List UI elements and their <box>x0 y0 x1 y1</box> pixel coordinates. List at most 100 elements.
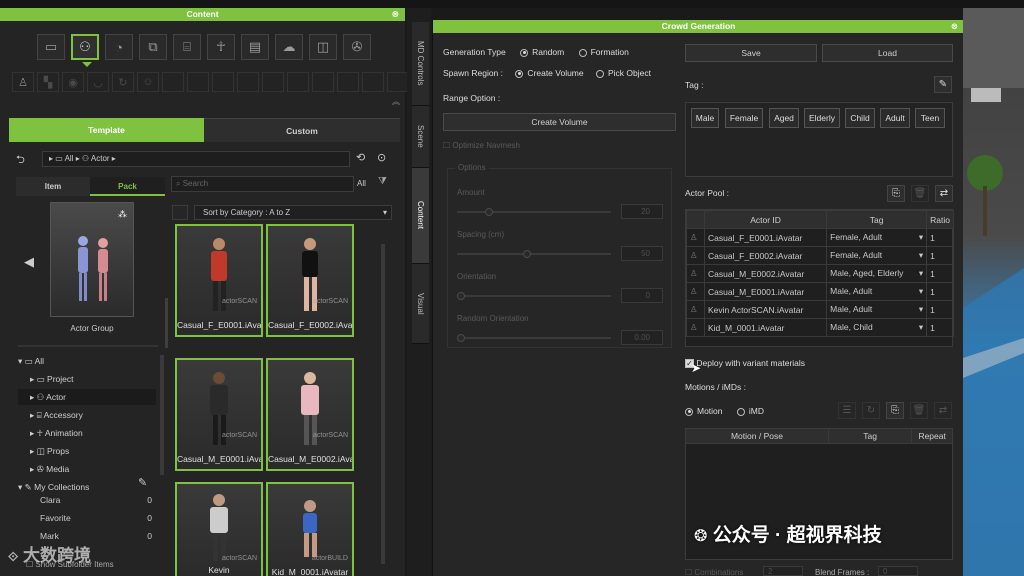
body-icon[interactable]: ▚ <box>37 72 59 92</box>
tree-item-actor[interactable]: ▸ ⚇ Actor <box>18 389 156 405</box>
col-tag[interactable]: Tag <box>826 210 928 229</box>
thumb-kid-m-0001[interactable]: actorBUILD Kid_M_0001.iAvatar <box>266 482 354 576</box>
set-icon[interactable]: ⌸ <box>173 34 201 60</box>
slot-icon[interactable] <box>362 72 384 92</box>
add-motion-icon[interactable]: ⎘ <box>886 402 904 419</box>
table-row[interactable]: ♙ Casual_F_E0001.iAvatar Female, Adult ▾ 1 <box>686 228 954 247</box>
random-orientation-field[interactable]: 0.00 <box>621 330 663 345</box>
tag-aged[interactable]: Aged <box>769 108 799 128</box>
accessory-icon[interactable]: ⧉ <box>139 34 167 60</box>
prev-arrow-icon[interactable]: ◀ <box>24 254 34 270</box>
radio-random[interactable]: Random <box>520 47 564 57</box>
collection-favorite[interactable]: Favorite 0 <box>40 513 152 523</box>
refresh-icon[interactable]: ↻ <box>862 402 880 419</box>
tag-male[interactable]: Male <box>691 108 719 128</box>
tree-item-all[interactable]: ▾ ▭ All <box>18 353 44 369</box>
search-field[interactable]: ⌕ Search <box>171 176 354 192</box>
close-icon[interactable]: ⊗ <box>391 8 399 21</box>
tab-template[interactable]: Template <box>9 118 204 142</box>
tab-content[interactable]: Content <box>412 168 429 264</box>
list-icon[interactable]: ☰ <box>838 402 856 419</box>
deploy-variant-checkbox[interactable]: ✓ Deploy with variant materials <box>685 358 805 369</box>
tree-item-my-collections[interactable]: ▾ ✎ My Collections <box>18 479 89 495</box>
slot-icon[interactable] <box>212 72 234 92</box>
add-actor-icon[interactable]: ⎘ <box>887 185 905 202</box>
radio-formation[interactable]: Formation <box>578 47 629 57</box>
optimize-navmesh-checkbox[interactable]: ☐ Optimize Navmesh <box>443 141 520 150</box>
tree-item-project[interactable]: ▸ ▭ Project <box>30 371 74 387</box>
image-icon[interactable]: ▤ <box>241 34 269 60</box>
edit-tag-icon[interactable]: ✎ <box>934 76 952 93</box>
tag-child[interactable]: Child <box>845 108 875 128</box>
slot-icon[interactable] <box>312 72 334 92</box>
radio-motion[interactable]: Motion <box>685 406 723 416</box>
replace-actor-icon[interactable]: ⇄ <box>935 185 953 202</box>
breadcrumb-all[interactable]: All <box>65 154 74 163</box>
edit-collections-icon[interactable]: ✎ <box>138 476 147 489</box>
slot-icon[interactable] <box>162 72 184 92</box>
grid-scrollbar[interactable] <box>381 244 385 564</box>
tree-item-accessory[interactable]: ▸ ⌸ Accessory <box>30 407 83 423</box>
tag-elderly[interactable]: Elderly <box>804 108 840 128</box>
delete-actor-icon[interactable]: 🗑 <box>911 185 929 202</box>
filter-all[interactable]: All <box>357 176 375 192</box>
table-row[interactable]: ♙ Kid_M_0001.iAvatar Male, Child ▾ 1 <box>686 318 954 337</box>
col-ratio[interactable]: Ratio <box>926 210 954 229</box>
sync-icon[interactable]: ⟲ <box>356 151 365 164</box>
pose-icon[interactable]: ☥ <box>207 34 235 60</box>
col-motion-pose[interactable]: Motion / Pose <box>686 429 829 443</box>
thumb-kevin-actorscan[interactable]: actorSCAN Kevin ActorSCAN.iAvatar <box>175 482 263 576</box>
close-icon[interactable]: ⊗ <box>951 20 958 33</box>
viewport[interactable] <box>963 8 1024 576</box>
tag-teen[interactable]: Teen <box>915 108 945 128</box>
radio-create-volume[interactable]: Create Volume <box>515 68 584 78</box>
table-row[interactable]: ♙ Casual_F_E0002.iAvatar Female, Adult ▾ 1 <box>686 246 954 265</box>
dropdown-circle-icon[interactable]: ⊙ <box>377 151 386 164</box>
pane-resizer[interactable] <box>165 298 168 348</box>
tree-item-props[interactable]: ▸ ◫ Props <box>30 443 69 459</box>
slot-icon[interactable] <box>387 72 409 92</box>
radio-imd[interactable]: iMD <box>736 406 764 416</box>
collapse-icon[interactable]: ︽ <box>392 96 400 107</box>
tab-custom[interactable]: Custom <box>204 118 400 142</box>
tree-item-media[interactable]: ▸ ✇ Media <box>30 461 69 477</box>
subtab-item[interactable]: Item <box>16 177 90 196</box>
collection-mark[interactable]: Mark 0 <box>40 531 152 541</box>
col-repeat[interactable]: Repeat <box>912 429 952 443</box>
film-reel-icon[interactable]: ✇ <box>343 34 371 60</box>
orientation-field[interactable]: 0 <box>621 288 663 303</box>
slot-icon[interactable] <box>237 72 259 92</box>
sort-dropdown[interactable]: Sort by Category : A to Z ▾ <box>194 205 392 220</box>
save-button[interactable]: Save <box>685 44 817 62</box>
amount-field[interactable]: 20 <box>621 204 663 219</box>
col-actor-id[interactable]: Actor ID <box>703 210 828 229</box>
tab-scene[interactable]: Scene <box>412 106 429 168</box>
collection-clara[interactable]: Clara 0 <box>40 495 152 505</box>
table-row[interactable]: ♙ Casual_M_E0001.iAvatar Male, Adult ▾ 1 <box>686 282 954 301</box>
subtab-pack[interactable]: Pack <box>90 177 165 196</box>
tag-female[interactable]: Female <box>725 108 763 128</box>
blend-frames-field[interactable]: 0 <box>878 566 918 576</box>
tree-splitter[interactable] <box>18 345 158 347</box>
mouth-icon[interactable]: ◡ <box>87 72 109 92</box>
eye-icon[interactable]: ◉ <box>62 72 84 92</box>
slot-icon[interactable] <box>262 72 284 92</box>
slot-icon[interactable] <box>337 72 359 92</box>
create-volume-button[interactable]: Create Volume <box>443 113 676 131</box>
table-row[interactable]: ♙ Kevin ActorSCAN.iAvatar Male, Adult ▾ 1 <box>686 300 954 319</box>
thumb-casual-m-e0002[interactable]: actorSCAN Casual_M_E0002.iAvatar <box>266 358 354 471</box>
sort-toggle-icon[interactable] <box>172 205 188 220</box>
motion-icon[interactable]: ◔ <box>105 34 133 60</box>
thumb-casual-f-e0001[interactable]: actorSCAN Casual_F_E0001.iAvatar <box>175 224 263 337</box>
figure-icon[interactable]: ♙ <box>12 72 34 92</box>
tree-item-animation[interactable]: ▸ ☥ Animation <box>30 425 83 441</box>
orientation-slider[interactable] <box>457 292 611 300</box>
radio-pick-object[interactable]: Pick Object <box>596 68 651 78</box>
combinations-checkbox[interactable]: ☐ Combinations <box>685 568 743 576</box>
slot-icon[interactable] <box>187 72 209 92</box>
pack-preview[interactable]: ⁂ <box>50 202 134 317</box>
spacing-slider[interactable] <box>457 250 611 258</box>
actor-icon[interactable]: ⚇ <box>71 34 99 60</box>
slot-icon[interactable] <box>287 72 309 92</box>
load-button[interactable]: Load <box>822 44 953 62</box>
